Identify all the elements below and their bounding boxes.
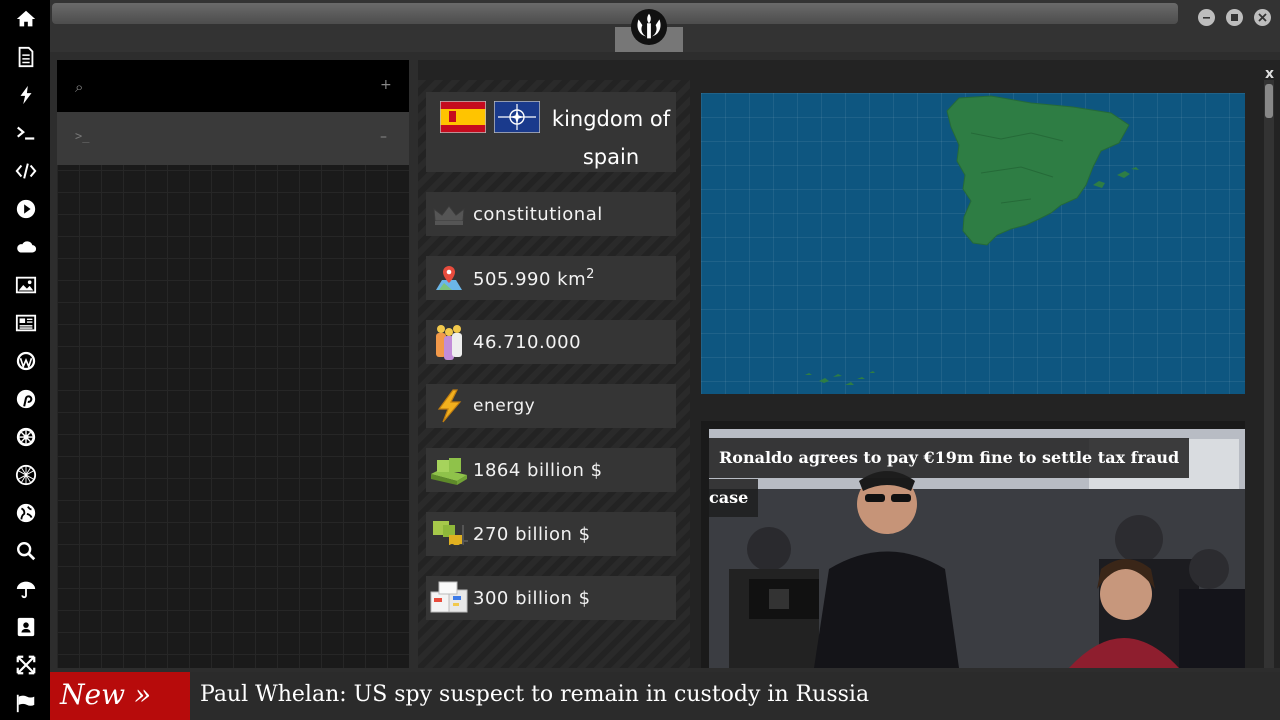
news-headline-line1[interactable]: Ronaldo agrees to pay €19m fine to settl… [709,438,1190,478]
galactic-empire-icon[interactable] [13,424,39,450]
area-text: 505.990 km [473,268,587,290]
country-title: kingdom of spain [551,107,671,169]
close-icon[interactable] [1254,9,1271,26]
population-icon [429,322,469,362]
news-headline-line2[interactable]: case [709,479,759,517]
panel-scrollbar[interactable] [1264,80,1274,668]
expand-icon[interactable] [13,652,39,678]
news-photo[interactable]: Ronaldo agrees to pay €19m fine to settl… [709,429,1245,668]
government-card: constitutional [426,192,676,236]
terminal-panel: ⌕ + >_ – [57,60,409,668]
imports-card: 300 billion $ [426,576,676,620]
imports-value: 300 billion $ [473,587,591,609]
area-value: 505.990 km2 [473,267,595,290]
play-icon[interactable] [13,196,39,222]
search-icon[interactable] [13,538,39,564]
population-value: 46.710.000 [473,331,582,353]
add-button[interactable]: + [380,77,392,93]
country-info-column: kingdom of spain constitutional 505.990 … [418,80,690,668]
cloud-icon[interactable] [13,234,39,260]
maximize-icon[interactable] [1226,9,1243,26]
icon-sidebar [0,0,50,720]
ticker-label: New » [50,672,190,720]
population-card: 46.710.000 [426,320,676,364]
terminal-prompt-icon: >_ [75,129,90,143]
gdp-value: 1864 billion $ [473,459,603,481]
wordpress-icon[interactable] [13,348,39,374]
flag-icon[interactable] [13,690,39,716]
contact-card-icon[interactable] [13,614,39,640]
rebel-alliance-logo [630,8,668,46]
document-icon[interactable] [13,44,39,70]
news-ticker: New » Paul Whelan: US spy suspect to rem… [50,672,1280,720]
lightning-icon[interactable] [13,82,39,108]
top-bar [50,0,1280,52]
sector-card: energy [426,384,676,428]
exports-value: 270 billion $ [473,523,591,545]
hexagon-globe-icon[interactable] [13,462,39,488]
country-title-card: kingdom of spain [426,92,676,172]
scrollbar-thumb[interactable] [1265,84,1273,118]
area-unit-exponent: 2 [586,266,595,282]
newspaper-icon[interactable] [13,310,39,336]
spain-map-shape [805,95,1139,385]
sector-value: energy [473,396,536,416]
pinterest-icon[interactable] [13,386,39,412]
country-title-line: kingdom of spain [426,100,676,176]
address-bar[interactable] [52,3,1178,24]
gdp-card: 1864 billion $ [426,448,676,492]
news-card[interactable]: Ronaldo agrees to pay €19m fine to settl… [701,421,1245,668]
map-pin-icon [429,258,469,298]
ticker-headline[interactable]: Paul Whelan: US spy suspect to remain in… [200,672,869,720]
government-type: constitutional [473,203,603,225]
forklift-icon [429,514,469,554]
country-panel: x kingdom of spain constitutional 505.99… [418,60,1280,668]
package-boxes-icon [429,578,469,618]
money-stack-icon [429,450,469,490]
minimize-icon[interactable] [1198,9,1215,26]
globe-icon[interactable] [13,500,39,526]
energy-icon [429,386,469,426]
terminal-icon[interactable] [13,120,39,146]
app-window: ⌕ + >_ – x kingdom of spain constitution… [0,0,1280,720]
umbrella-icon[interactable] [13,576,39,602]
code-icon[interactable] [13,158,39,184]
exports-card: 270 billion $ [426,512,676,556]
search-icon[interactable]: ⌕ [75,78,83,96]
home-icon[interactable] [13,6,39,32]
search-row[interactable]: ⌕ + [57,60,409,112]
country-map[interactable] [701,93,1245,394]
area-card: 505.990 km2 [426,256,676,300]
terminal-row[interactable]: >_ – [57,112,409,165]
crown-icon [429,194,469,234]
collapse-button[interactable]: – [380,129,387,145]
image-icon[interactable] [13,272,39,298]
